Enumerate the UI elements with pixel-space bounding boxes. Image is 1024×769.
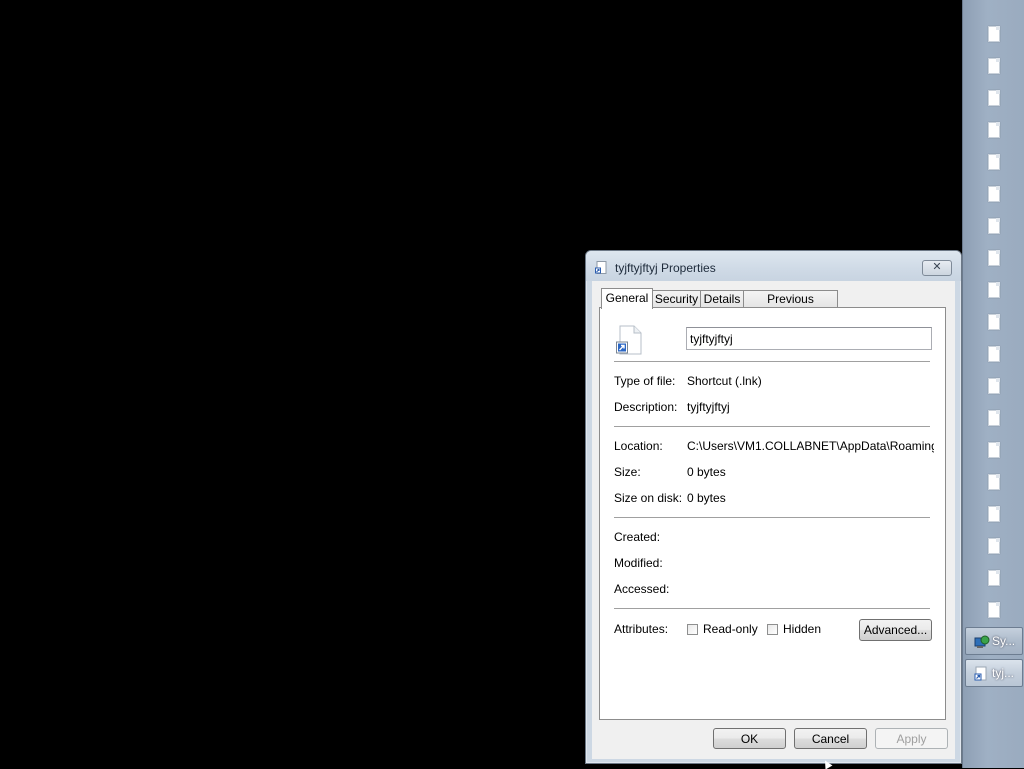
size-on-disk-label: Size on disk: [614,491,683,505]
properties-dialog: tyjftyjftyj Properties ✕ General Securit… [585,250,962,764]
document-icon[interactable] [987,602,1001,618]
dialog-title: tyjftyjftyj Properties [615,261,716,275]
shortcut-file-icon [615,325,643,355]
system-icon [974,634,990,648]
separator [614,361,930,362]
document-icon[interactable] [987,378,1001,394]
document-icon[interactable] [987,410,1001,426]
tab-security[interactable]: Security [652,290,701,308]
document-icon[interactable] [987,250,1001,266]
taskbar-button-properties[interactable]: tyj... [965,659,1023,687]
taskbar-button-system[interactable]: Sy... [965,627,1023,655]
document-icon[interactable] [987,218,1001,234]
document-icon[interactable] [987,506,1001,522]
tab-details[interactable]: Details [700,290,744,308]
modified-label: Modified: [614,556,663,570]
document-icon[interactable] [987,346,1001,362]
taskbar: Sy... tyj... [962,0,1024,768]
shortcut-icon [974,666,988,681]
tab-general[interactable]: General [601,288,653,309]
ok-button[interactable]: OK [713,728,786,749]
document-icon[interactable] [987,154,1001,170]
type-label: Type of file: [614,374,676,388]
close-icon: ✕ [932,261,942,273]
separator [614,517,930,518]
tab-previous-versions[interactable]: Previous Versions [743,290,838,322]
cancel-button[interactable]: Cancel [794,728,867,749]
taskbar-button-label: tyj... [992,666,1015,680]
taskbar-button-label: Sy... [992,634,1016,648]
readonly-checkbox[interactable]: Read-only [687,622,758,636]
type-value: Shortcut (.lnk) [687,374,762,388]
document-icon[interactable] [987,442,1001,458]
description-label: Description: [614,400,678,414]
location-value: C:\Users\VM1.COLLABNET\AppData\Roaming\M… [687,439,934,453]
file-name-input[interactable] [686,327,932,350]
document-icon[interactable] [987,570,1001,586]
created-label: Created: [614,530,661,544]
hidden-label: Hidden [783,622,822,636]
hidden-checkbox[interactable]: Hidden [767,622,821,636]
size-label: Size: [614,465,641,479]
dialog-client: General Security Details Previous Versio… [592,281,955,759]
readonly-label: Read-only [703,622,758,636]
general-tab-panel: Type of file: Shortcut (.lnk) Descriptio… [599,307,946,720]
accessed-label: Accessed: [614,582,670,596]
description-value: tyjftyjftyj [687,400,730,414]
document-icon[interactable] [987,186,1001,202]
size-on-disk-value: 0 bytes [687,491,726,505]
size-value: 0 bytes [687,465,726,479]
location-label: Location: [614,439,663,453]
document-icon[interactable] [987,58,1001,74]
readonly-checkbox-box[interactable] [687,623,698,635]
separator [614,608,930,609]
hidden-checkbox-box[interactable] [767,623,778,635]
document-icon[interactable] [987,282,1001,298]
document-icon[interactable] [987,538,1001,554]
document-icon[interactable] [987,474,1001,490]
separator [614,426,930,427]
document-icon[interactable] [987,314,1001,330]
apply-button[interactable]: Apply [875,728,948,749]
advanced-button[interactable]: Advanced... [859,619,932,641]
close-button[interactable]: ✕ [922,260,952,276]
document-icon[interactable] [987,26,1001,42]
document-icon[interactable] [987,90,1001,106]
shortcut-icon [595,261,607,275]
attributes-label: Attributes: [614,622,669,636]
title-bar[interactable]: tyjftyjftyj Properties ✕ [586,251,961,281]
document-icon[interactable] [987,122,1001,138]
